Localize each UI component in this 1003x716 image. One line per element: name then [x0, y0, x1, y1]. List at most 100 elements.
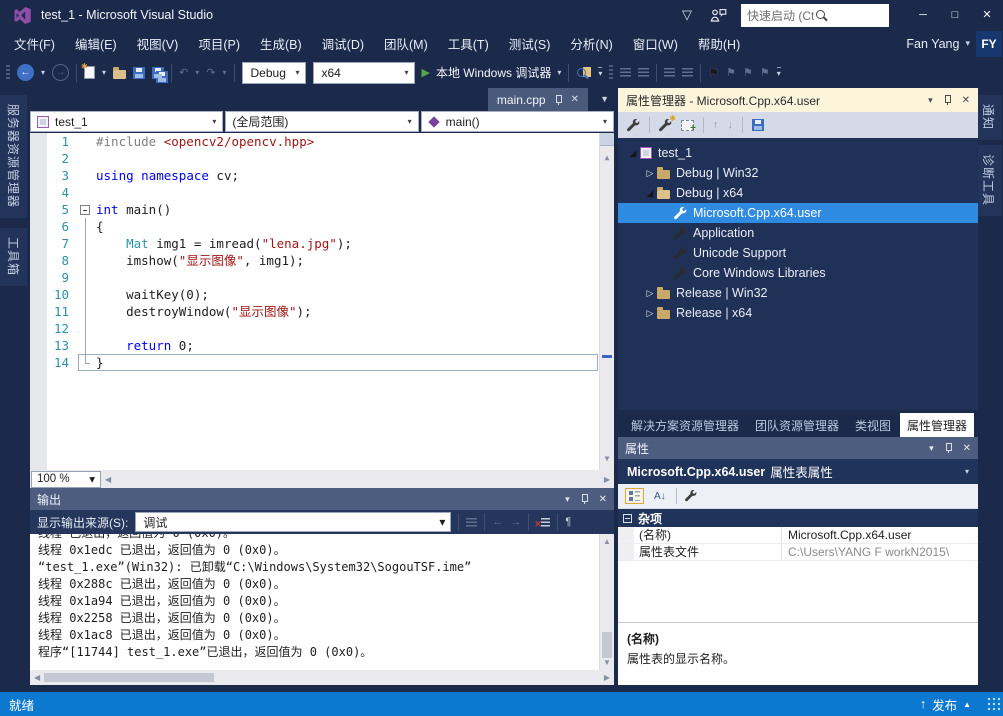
tree-item[interactable]: Microsoft.Cpp.x64.user — [618, 203, 978, 223]
code-line[interactable]: 4 — [30, 184, 614, 201]
output-horizontal-scrollbar[interactable]: ◀ ▶ — [30, 670, 614, 685]
menu-item[interactable]: 文件(F) — [4, 29, 65, 58]
code-line[interactable]: 12 — [30, 320, 614, 337]
code-line[interactable]: 11 destroyWindow("显示图像"); — [30, 303, 614, 320]
redo-button[interactable]: ↷ — [206, 66, 215, 79]
menu-item[interactable]: 视图(V) — [127, 29, 189, 58]
code-line[interactable]: 8 imshow("显示图像", img1); — [30, 252, 614, 269]
expander-icon[interactable]: ▷ — [643, 288, 657, 299]
scroll-down-icon[interactable]: ▼ — [603, 658, 611, 667]
clear-all-output-button[interactable] — [536, 517, 550, 528]
close-icon[interactable]: ✕ — [571, 94, 579, 105]
tree-item[interactable]: ▷Release | x64 — [618, 303, 978, 323]
navigate-back-dropdown-icon[interactable]: ▾ — [41, 68, 45, 77]
toggle-word-wrap-button[interactable]: ¶ — [565, 516, 571, 528]
new-file-dropdown-icon[interactable]: ▾ — [102, 68, 106, 77]
scroll-left-icon[interactable]: ◀ — [105, 475, 111, 484]
outlining-margin[interactable] — [78, 354, 93, 371]
menu-item[interactable]: 窗口(W) — [623, 29, 688, 58]
redo-dropdown-icon[interactable]: ▾ — [222, 68, 226, 77]
tree-item[interactable]: ◢test_1 — [618, 143, 978, 163]
outlining-margin[interactable] — [78, 167, 93, 184]
user-avatar[interactable]: FY — [976, 31, 1002, 57]
property-value[interactable]: C:\Users\YANG F workN2015\ — [782, 544, 978, 560]
navigate-forward-button[interactable]: → — [52, 64, 69, 81]
collapse-icon[interactable] — [623, 514, 632, 523]
menu-item[interactable]: 编辑(E) — [65, 29, 127, 58]
move-down-button[interactable]: ↓ — [728, 119, 734, 131]
code-line[interactable]: 10 waitKey(0); — [30, 286, 614, 303]
menu-item[interactable]: 分析(N) — [560, 29, 622, 58]
panel-tab[interactable]: 类视图 — [848, 413, 898, 437]
undo-button[interactable]: ↶ — [179, 66, 188, 79]
close-button[interactable]: ✕ — [971, 3, 1003, 27]
increase-indent-button[interactable] — [682, 68, 693, 77]
code-line[interactable]: 14} — [30, 354, 614, 371]
close-icon[interactable]: ✕ — [599, 494, 607, 505]
property-value[interactable]: Microsoft.Cpp.x64.user — [782, 527, 978, 543]
outlining-margin[interactable] — [78, 337, 93, 354]
menu-item[interactable]: 帮助(H) — [688, 29, 750, 58]
uncomment-button[interactable] — [638, 68, 649, 77]
publish-button[interactable]: 发布 — [932, 695, 957, 714]
outlining-margin[interactable] — [78, 269, 93, 286]
close-icon[interactable]: ✕ — [963, 443, 971, 454]
attach-to-process-button[interactable] — [576, 66, 591, 80]
save-button[interactable] — [133, 67, 145, 79]
window-position-dropdown-icon[interactable]: ▾ — [565, 494, 570, 505]
publish-expand-icon[interactable]: ▲ — [963, 700, 971, 709]
outlining-margin[interactable] — [78, 286, 93, 303]
code-line[interactable]: 5int main() — [30, 201, 614, 218]
expander-icon[interactable]: ◢ — [643, 188, 657, 199]
output-text-area[interactable]: 线程 已退出，返回值为 0 (0x0)。线程 0x1edc 已退出，返回值为 0… — [30, 534, 614, 670]
decrease-indent-button[interactable] — [664, 68, 675, 77]
expander-icon[interactable]: ◢ — [626, 148, 640, 159]
output-source-combo[interactable]: 调试 ▾ — [135, 512, 451, 532]
menu-item[interactable]: 测试(S) — [499, 29, 561, 58]
menu-item[interactable]: 工具(T) — [438, 29, 499, 58]
code-line[interactable]: 9 — [30, 269, 614, 286]
comment-button[interactable] — [620, 68, 631, 77]
previous-message-button[interactable]: ← — [492, 516, 503, 528]
sidebar-tab[interactable]: 服务器资源管理器 — [0, 95, 27, 218]
scroll-right-icon[interactable]: ▶ — [604, 673, 610, 682]
document-tab-main-cpp[interactable]: main.cpp ✕ — [488, 88, 588, 111]
user-dropdown-icon[interactable]: ▾ — [965, 38, 970, 49]
window-position-dropdown-icon[interactable]: ▾ — [928, 95, 933, 106]
categorized-view-button[interactable] — [625, 488, 644, 504]
output-vertical-scrollbar[interactable]: ▲ ▼ — [599, 534, 614, 670]
add-new-property-sheet-button[interactable] — [659, 119, 672, 132]
scrollbar-thumb[interactable] — [602, 632, 612, 658]
panel-tab[interactable]: 团队资源管理器 — [748, 413, 846, 437]
scroll-up-icon[interactable]: ▲ — [603, 537, 611, 546]
outlining-margin[interactable] — [78, 201, 93, 218]
scope-combo[interactable]: (全局范围) ▾ — [225, 111, 418, 132]
clear-bookmarks-button[interactable]: ⚑ — [760, 66, 770, 79]
feedback-filter-icon[interactable]: ▽ — [682, 7, 692, 23]
tree-item[interactable]: Application — [618, 223, 978, 243]
code-line[interactable]: 7 Mat img1 = imread("lena.jpg"); — [30, 235, 614, 252]
editor-horizontal-scrollbar[interactable]: ◀ ▶ — [101, 475, 614, 484]
panel-tab[interactable]: 解决方案资源管理器 — [624, 413, 746, 437]
tree-item[interactable]: ◢Debug | x64 — [618, 183, 978, 203]
properties-panel-header[interactable]: 属性 ▾ ✕ — [618, 437, 978, 459]
save-button[interactable] — [752, 119, 764, 131]
tree-item[interactable]: Core Windows Libraries — [618, 263, 978, 283]
pin-icon[interactable] — [553, 94, 564, 106]
scroll-left-icon[interactable]: ◀ — [34, 673, 40, 682]
menu-item[interactable]: 生成(B) — [250, 29, 312, 58]
window-position-dropdown-icon[interactable]: ▾ — [929, 443, 934, 454]
debug-target-dropdown-icon[interactable]: ▾ — [557, 68, 561, 77]
outlining-margin[interactable] — [78, 184, 93, 201]
next-message-button[interactable]: → — [510, 516, 521, 528]
property-row[interactable]: 属性表文件C:\Users\YANG F workN2015\ — [618, 544, 978, 561]
pin-icon[interactable] — [579, 493, 590, 505]
outlining-margin[interactable] — [78, 235, 93, 252]
code-line[interactable]: 13 return 0; — [30, 337, 614, 354]
property-pages-button[interactable] — [685, 490, 697, 502]
outlining-margin[interactable] — [78, 252, 93, 269]
previous-bookmark-button[interactable]: ⚑ — [726, 66, 736, 79]
menu-item[interactable]: 团队(M) — [374, 29, 438, 58]
code-editor[interactable]: 1#include <opencv2/opencv.hpp>23using na… — [30, 133, 614, 470]
scrollbar-track[interactable] — [600, 169, 614, 447]
